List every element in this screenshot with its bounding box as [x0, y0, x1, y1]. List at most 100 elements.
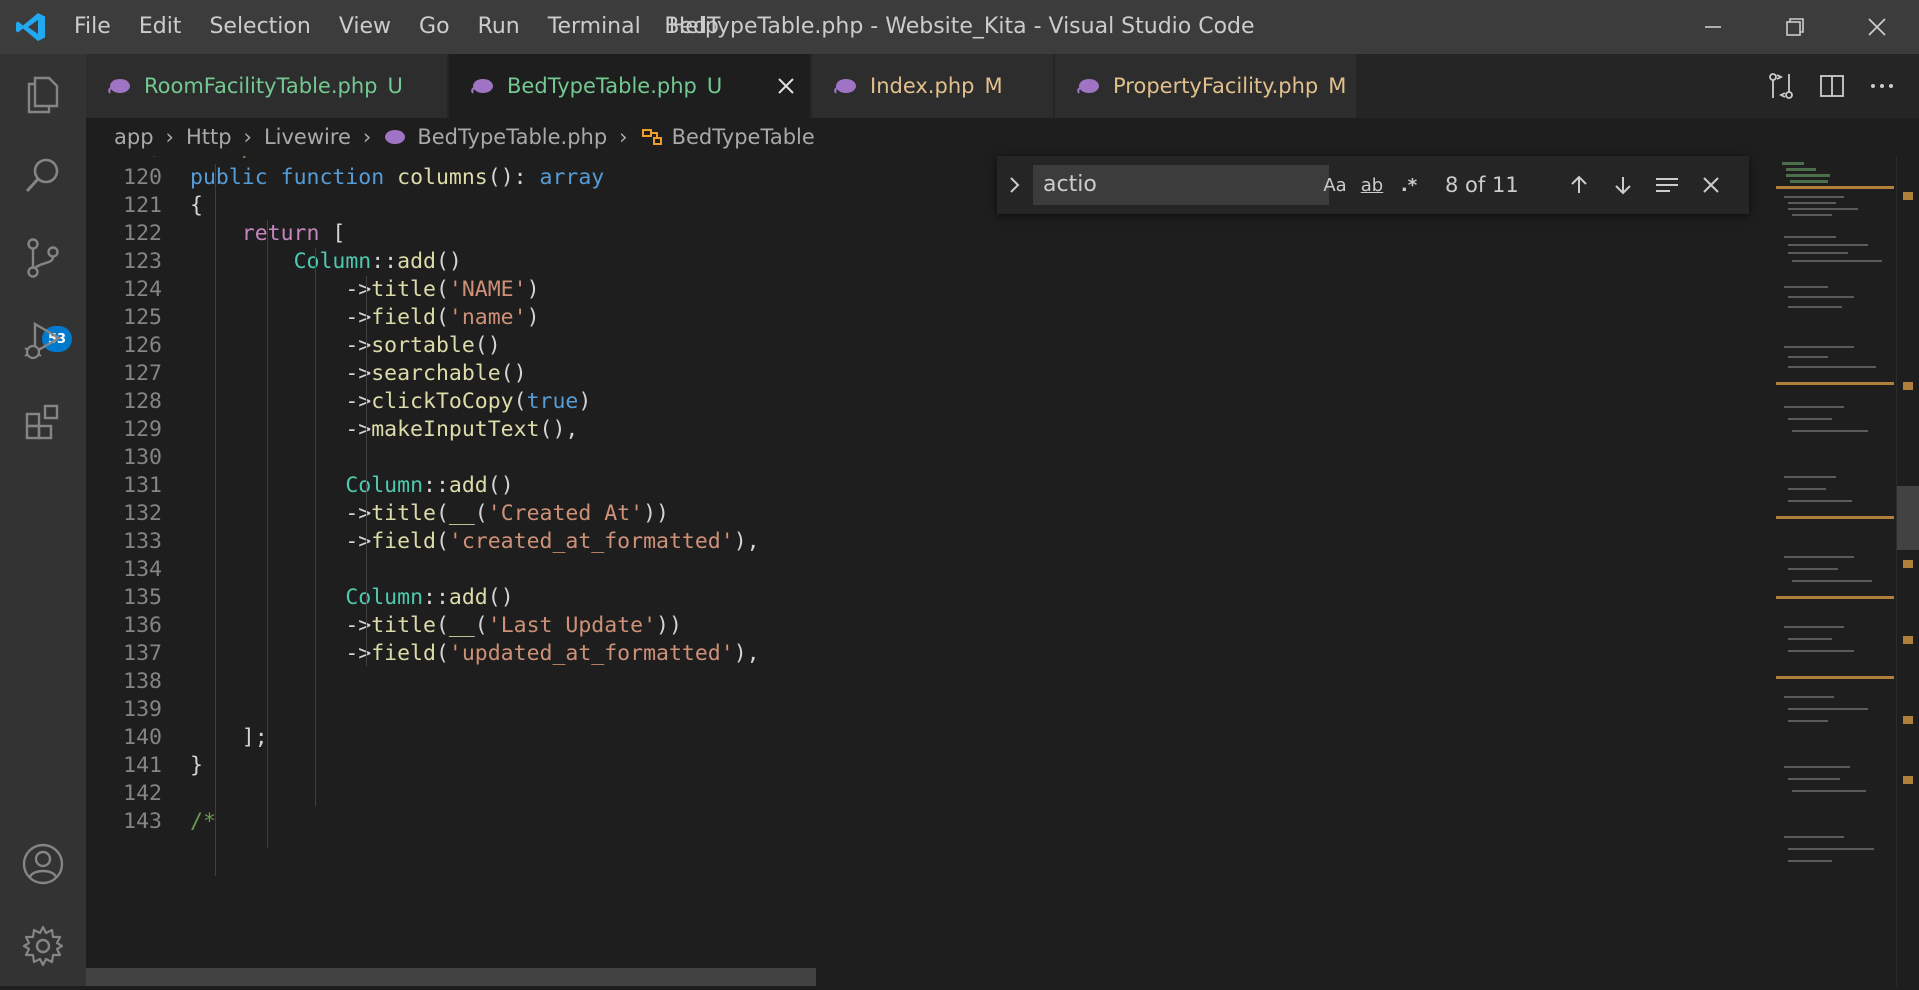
tab-roomfacilitytable[interactable]: RoomFacilityTable.php U [86, 54, 448, 118]
code-line[interactable]: 135 Column::add() [86, 584, 1776, 612]
code-token: clickToCopy [371, 389, 514, 414]
code-line[interactable]: 134 [86, 556, 1776, 584]
code-token: 'name' [448, 305, 527, 330]
code-line[interactable]: 131 Column::add() [86, 472, 1776, 500]
split-editor-icon[interactable] [1818, 72, 1846, 100]
line-number: 140 [123, 725, 162, 750]
source-control-button[interactable] [0, 218, 86, 298]
chevron-right-icon: › [362, 125, 372, 149]
code-line[interactable]: 124 ->title('NAME') [86, 276, 1776, 304]
line-number: 130 [123, 445, 162, 470]
php-elephant-icon [471, 79, 493, 94]
code-token: -> [190, 417, 372, 442]
code-line[interactable]: 133 ->field('created_at_formatted'), [86, 528, 1776, 556]
more-actions-icon[interactable] [1868, 72, 1896, 100]
minimize-button[interactable] [1673, 0, 1753, 54]
code-token: :: [371, 249, 398, 274]
indent-guide [315, 248, 316, 806]
line-number: 142 [123, 781, 162, 806]
menu-selection[interactable]: Selection [195, 0, 324, 54]
whole-word-toggle[interactable]: ab [1355, 168, 1389, 202]
scrollbar-thumb[interactable] [1897, 486, 1919, 550]
code-token: -> [190, 501, 372, 526]
manage-button[interactable] [0, 906, 86, 986]
code-line[interactable]: 123 Column::add() [86, 248, 1776, 276]
explorer-button[interactable] [0, 54, 86, 134]
menu-run[interactable]: Run [464, 0, 534, 54]
previous-match-button[interactable] [1563, 169, 1595, 201]
code-token: { [190, 193, 203, 218]
breadcrumb-livewire[interactable]: Livewire [264, 125, 351, 149]
run-debug-button[interactable] [0, 300, 86, 380]
menu-help[interactable]: Help [655, 0, 733, 54]
line-number: 139 [123, 697, 162, 722]
code-token: array [539, 165, 605, 190]
accounts-button[interactable] [0, 824, 86, 904]
find-in-selection-button[interactable] [1651, 169, 1683, 201]
find-input[interactable]: actio [1033, 165, 1329, 205]
code-line[interactable]: 137 ->field('updated_at_formatted'), [86, 640, 1776, 668]
close-icon [1868, 18, 1886, 36]
code-line[interactable]: 126 ->sortable() [86, 332, 1776, 360]
tab-bedtypetable[interactable]: BedTypeTable.php U [449, 54, 811, 118]
line-number: 135 [123, 585, 162, 610]
code-line[interactable]: 129 ->makeInputText(), [86, 416, 1776, 444]
tab-propertyfacility[interactable]: PropertyFacility.php M [1055, 54, 1357, 118]
line-number: 132 [123, 501, 162, 526]
breadcrumb-app[interactable]: app [114, 125, 154, 149]
code-token: } [190, 753, 203, 778]
minimap[interactable] [1776, 156, 1896, 986]
match-count: 8 of 11 [1445, 173, 1519, 197]
regex-toggle[interactable]: .* [1393, 168, 1425, 202]
code-line[interactable]: 128 ->clickToCopy(true) [86, 388, 1776, 416]
menu-go[interactable]: Go [405, 0, 464, 54]
code-token: 'NAME' [448, 277, 527, 302]
menu-file[interactable]: File [60, 0, 125, 54]
close-find-button[interactable] [1695, 169, 1727, 201]
breadcrumb-http[interactable]: Http [186, 125, 232, 149]
breadcrumb-class[interactable]: BedTypeTable [672, 125, 815, 149]
close-window-button[interactable] [1837, 0, 1917, 54]
menu-view[interactable]: View [325, 0, 405, 54]
code-line[interactable]: 125 ->field('name') [86, 304, 1776, 332]
code-token: ), [733, 641, 760, 666]
code-text: ->clickToCopy(true) [190, 388, 591, 416]
tab-label: RoomFacilityTable.php [144, 74, 378, 98]
class-symbol-icon [641, 129, 662, 145]
code-token: 'Created At' [487, 501, 644, 526]
extensions-button[interactable] [0, 382, 86, 462]
code-line[interactable]: 138 [86, 668, 1776, 696]
code-line[interactable]: 127 ->searchable() [86, 360, 1776, 388]
code-line[interactable]: 143 /* [86, 808, 1776, 836]
find-in-selection-icon [1656, 178, 1678, 192]
code-line[interactable]: 142 [86, 780, 1776, 808]
code-line[interactable]: 132 ->title(__('Created At')) [86, 500, 1776, 528]
code-line[interactable]: 136 ->title(__('Last Update')) [86, 612, 1776, 640]
code-line[interactable]: 122 return [ [86, 220, 1776, 248]
close-tab-icon[interactable] [774, 74, 798, 98]
code-token: -> [190, 305, 372, 330]
code-line[interactable]: 130 [86, 444, 1776, 472]
match-case-toggle[interactable]: Aa [1319, 168, 1351, 202]
code-token: () [474, 333, 501, 358]
find-widget: actio Aa ab .* 8 of 11 [997, 156, 1749, 214]
tab-index[interactable]: Index.php M [812, 54, 1054, 118]
code-line[interactable]: 140 ]; [86, 724, 1776, 752]
next-match-button[interactable] [1607, 169, 1639, 201]
code-editor[interactable]: 119 */ 120 public function columns(): arra… [86, 156, 1776, 986]
restore-button[interactable] [1755, 0, 1835, 54]
breadcrumb-file[interactable]: BedTypeTable.php [417, 125, 607, 149]
vertical-scrollbar[interactable] [1896, 156, 1919, 986]
tab-label: PropertyFacility.php [1113, 74, 1319, 98]
code-token: add [448, 585, 488, 610]
menu-edit[interactable]: Edit [125, 0, 196, 54]
code-line[interactable]: 141} [86, 752, 1776, 780]
search-view-button[interactable] [0, 136, 86, 216]
open-changes-icon[interactable] [1766, 71, 1796, 101]
line-number: 124 [123, 277, 162, 302]
horizontal-scrollbar-thumb[interactable] [86, 968, 816, 986]
menu-terminal[interactable]: Terminal [534, 0, 655, 54]
chevron-right-icon[interactable] [1007, 173, 1023, 197]
code-line[interactable]: 139 [86, 696, 1776, 724]
arrow-up-icon [1571, 175, 1587, 193]
